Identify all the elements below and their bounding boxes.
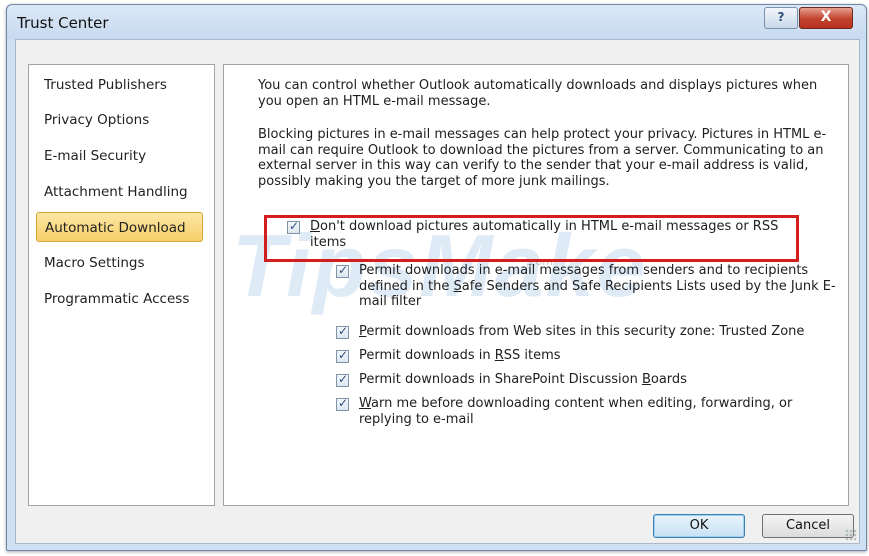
- permit-safe-senders-label[interactable]: Permit downloads in e-mail messages from…: [359, 263, 839, 310]
- nav-item-trusted-publishers[interactable]: Trusted Publishers: [36, 70, 203, 100]
- permit-sharepoint-checkbox[interactable]: [336, 372, 349, 387]
- dont-download-label[interactable]: Don't download pictures automatically in…: [310, 219, 790, 250]
- resize-grip[interactable]: [845, 529, 857, 541]
- nav-item-macro-settings[interactable]: Macro Settings: [36, 248, 203, 278]
- trust-center-dialog: Trust Center ? X Trusted Publishers Priv…: [6, 4, 867, 551]
- dialog-body: Trusted Publishers Privacy Options E-mai…: [15, 39, 860, 544]
- intro-text: You can control whether Outlook automati…: [258, 78, 818, 109]
- title-bar[interactable]: Trust Center ? X: [7, 5, 866, 39]
- dont-download-checkbox[interactable]: [287, 219, 300, 234]
- nav-item-email-security[interactable]: E-mail Security: [36, 141, 203, 171]
- close-button[interactable]: X: [799, 7, 853, 29]
- warn-before-download-checkbox[interactable]: [336, 396, 349, 411]
- cancel-button[interactable]: Cancel: [762, 514, 854, 538]
- permit-safe-senders-checkbox[interactable]: [336, 263, 349, 278]
- help-button[interactable]: ?: [764, 7, 798, 29]
- permit-trusted-zone-label[interactable]: Permit downloads from Web sites in this …: [359, 324, 839, 340]
- ok-button[interactable]: OK: [653, 514, 745, 538]
- permit-rss-checkbox[interactable]: [336, 348, 349, 363]
- warn-before-download-label[interactable]: Warn me before downloading content when …: [359, 396, 839, 427]
- explanation-text: Blocking pictures in e-mail messages can…: [258, 127, 827, 189]
- nav-item-automatic-download[interactable]: Automatic Download: [36, 212, 203, 242]
- permit-rss-label[interactable]: Permit downloads in RSS items: [359, 348, 839, 364]
- nav-item-privacy-options[interactable]: Privacy Options: [36, 105, 203, 135]
- window-title: Trust Center: [17, 14, 109, 32]
- automatic-download-panel: TipsMake .com You can control whether Ou…: [223, 64, 849, 506]
- nav-item-programmatic-access[interactable]: Programmatic Access: [36, 284, 203, 314]
- permit-sharepoint-label[interactable]: Permit downloads in SharePoint Discussio…: [359, 372, 839, 388]
- category-list: Trusted Publishers Privacy Options E-mai…: [28, 64, 215, 506]
- nav-item-attachment-handling[interactable]: Attachment Handling: [36, 177, 203, 207]
- permit-trusted-zone-checkbox[interactable]: [336, 324, 349, 339]
